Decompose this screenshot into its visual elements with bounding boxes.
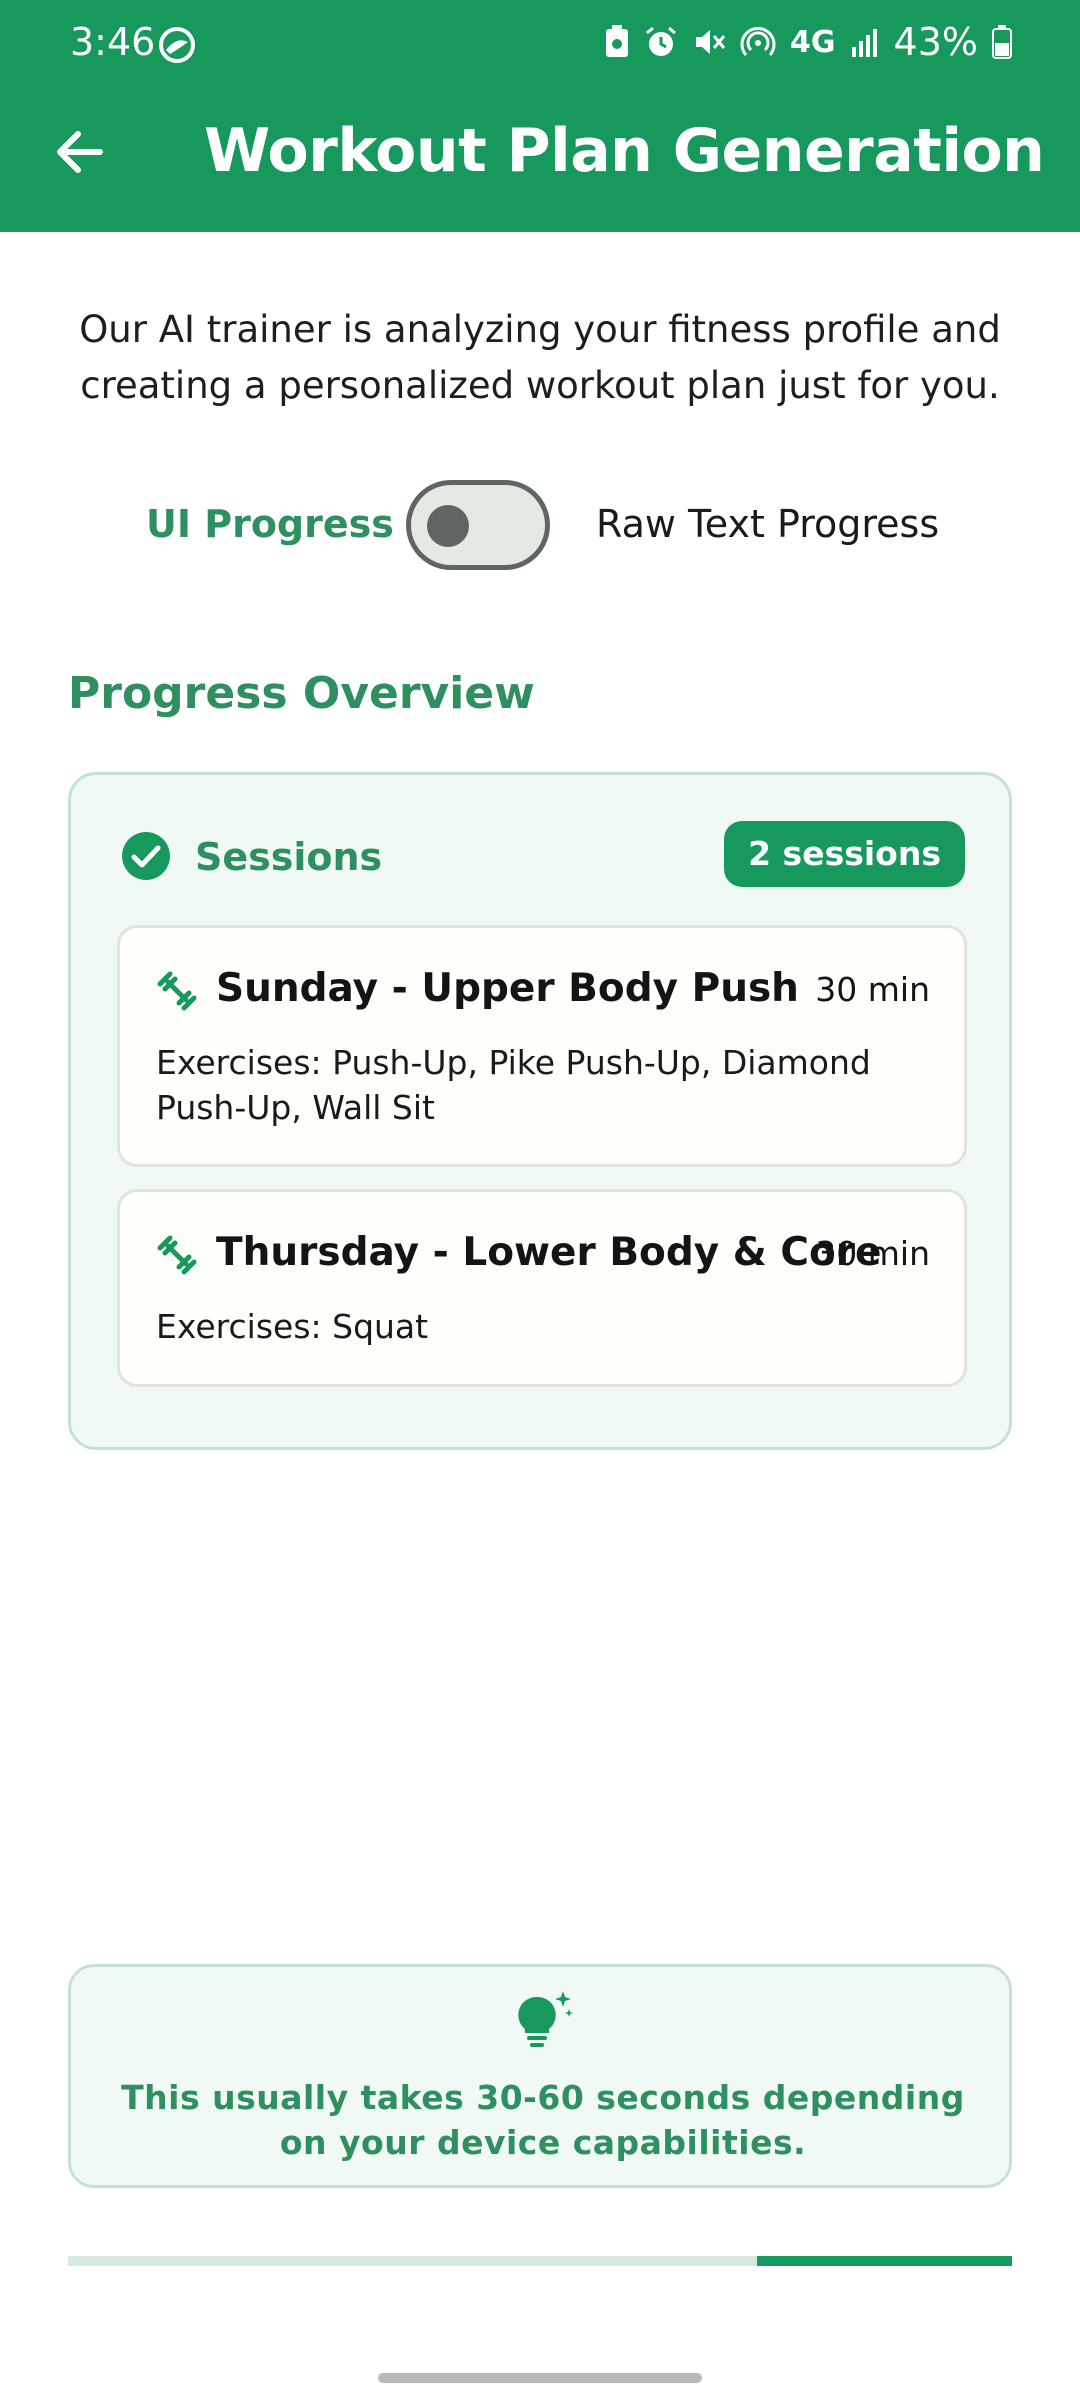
status-time: 3:46: [70, 20, 156, 64]
session-name: Sunday - Upper Body Push: [216, 966, 799, 1011]
progress-fill: [757, 2256, 1012, 2266]
lightbulb-sparkle-icon: [518, 1991, 573, 2047]
battery-percent: 43%: [893, 20, 978, 64]
battery-icon: [992, 25, 1012, 59]
battery-saver-icon: [606, 25, 629, 57]
signal-icon: [851, 29, 877, 57]
sessions-count-badge: 2 sessions: [724, 821, 965, 887]
status-bar: 3:46 4G 43%: [0, 0, 1080, 92]
dumbbell-icon: [157, 1235, 197, 1275]
intro-text: Our AI trainer is analyzing your fitness…: [79, 308, 1001, 407]
home-indicator[interactable]: [378, 2373, 702, 2383]
ui-progress-label[interactable]: UI Progress: [146, 502, 394, 546]
session-exercises: Exercises: Push-Up, Pike Push-Up, Diamon…: [156, 1043, 871, 1127]
generation-progress-bar: [68, 2256, 1012, 2266]
sessions-label: Sessions: [195, 835, 383, 879]
tip-text: This usually takes 30-60 seconds dependi…: [121, 2078, 965, 2162]
back-arrow-icon[interactable]: [50, 122, 110, 182]
notification-app-icon: [159, 27, 195, 63]
sessions-card: Sessions 2 sessions Sunday - Upper Body …: [68, 772, 1012, 1450]
status-icons: 4G 43%: [604, 20, 1012, 64]
raw-text-progress-label[interactable]: Raw Text Progress: [596, 502, 939, 546]
session-item[interactable]: Sunday - Upper Body Push 30 min Exercise…: [117, 925, 967, 1167]
check-circle-icon: [122, 832, 170, 880]
dumbbell-icon: [157, 971, 197, 1011]
session-duration: 30 min: [815, 1234, 930, 1273]
tip-card: This usually takes 30-60 seconds dependi…: [68, 1964, 1012, 2188]
toggle-knob: [427, 505, 469, 547]
session-exercises: Exercises: Squat: [156, 1307, 429, 1346]
session-duration: 30 min: [815, 970, 930, 1009]
mute-icon: [696, 30, 726, 54]
session-name: Thursday - Lower Body & Core: [216, 1230, 882, 1275]
hotspot-icon: [740, 26, 776, 56]
network-type: 4G: [790, 24, 836, 60]
progress-overview-heading: Progress Overview: [68, 668, 535, 719]
app-bar: 3:46 4G 43% Workout Plan Generation: [0, 0, 1080, 232]
page-title: Workout Plan Generation: [204, 116, 1045, 186]
session-item[interactable]: Thursday - Lower Body & Core 30 min Exer…: [117, 1189, 967, 1387]
alarm-icon: [646, 26, 676, 56]
progress-mode-toggle[interactable]: [406, 480, 550, 570]
